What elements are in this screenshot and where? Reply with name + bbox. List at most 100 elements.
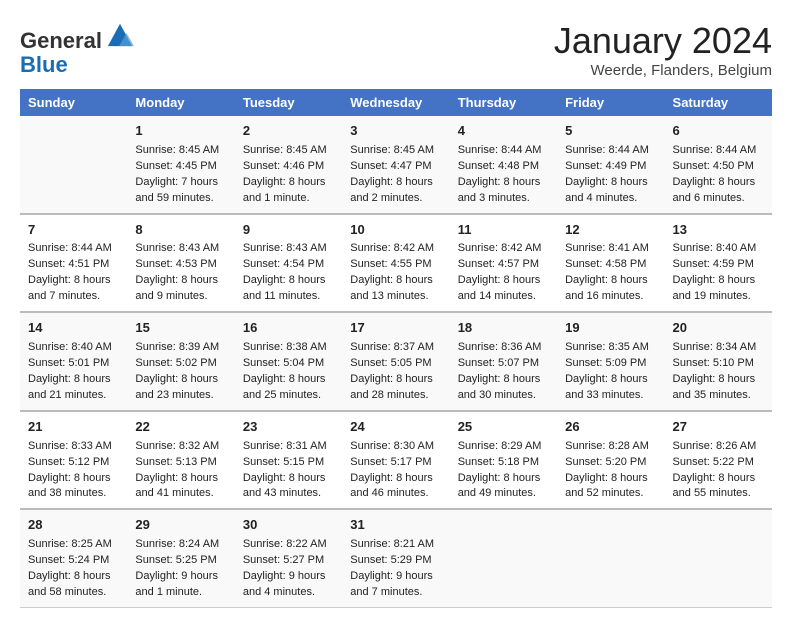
day-info-line: Sunrise: 8:30 AM [350, 439, 441, 455]
day-info-line: Daylight: 8 hours [28, 372, 119, 388]
day-info-line: Daylight: 8 hours [458, 175, 549, 191]
day-info-line: Sunrise: 8:44 AM [673, 143, 764, 159]
day-number: 14 [28, 319, 119, 338]
day-info-line: Daylight: 8 hours [350, 471, 441, 487]
day-info-line: Sunrise: 8:24 AM [135, 537, 226, 553]
calendar-cell: 23Sunrise: 8:31 AMSunset: 5:15 PMDayligh… [235, 411, 342, 510]
day-info-line: Daylight: 8 hours [673, 175, 764, 191]
day-info-line: Sunrise: 8:38 AM [243, 340, 334, 356]
day-number: 6 [673, 122, 764, 141]
day-number: 4 [458, 122, 549, 141]
day-number: 9 [243, 221, 334, 240]
header-tuesday: Tuesday [235, 89, 342, 116]
calendar-cell: 9Sunrise: 8:43 AMSunset: 4:54 PMDaylight… [235, 214, 342, 313]
day-info-line: Sunrise: 8:26 AM [673, 439, 764, 455]
logo-general-text: General [20, 28, 102, 53]
day-number: 1 [135, 122, 226, 141]
day-info-line: Sunset: 5:04 PM [243, 356, 334, 372]
title-area: January 2024 Weerde, Flanders, Belgium [554, 20, 772, 79]
day-info-line: Daylight: 8 hours [458, 372, 549, 388]
day-number: 22 [135, 418, 226, 437]
day-info-line: Sunrise: 8:28 AM [565, 439, 656, 455]
day-info-line: Sunset: 4:45 PM [135, 159, 226, 175]
day-info-line: Sunset: 4:50 PM [673, 159, 764, 175]
day-info-line: Daylight: 8 hours [135, 273, 226, 289]
day-info-line: Sunrise: 8:31 AM [243, 439, 334, 455]
day-info-line: and 4 minutes. [565, 191, 656, 207]
day-info-line: Daylight: 8 hours [243, 175, 334, 191]
day-info-line: Sunrise: 8:45 AM [135, 143, 226, 159]
day-info-line: Daylight: 8 hours [673, 471, 764, 487]
day-info-line: Sunrise: 8:41 AM [565, 241, 656, 257]
calendar-cell: 3Sunrise: 8:45 AMSunset: 4:47 PMDaylight… [342, 116, 449, 214]
header-wednesday: Wednesday [342, 89, 449, 116]
calendar-cell: 16Sunrise: 8:38 AMSunset: 5:04 PMDayligh… [235, 312, 342, 411]
day-info-line: Sunset: 4:57 PM [458, 257, 549, 273]
calendar-cell: 2Sunrise: 8:45 AMSunset: 4:46 PMDaylight… [235, 116, 342, 214]
day-info-line: Sunset: 5:22 PM [673, 455, 764, 471]
day-info-line: Sunrise: 8:36 AM [458, 340, 549, 356]
calendar-cell: 20Sunrise: 8:34 AMSunset: 5:10 PMDayligh… [665, 312, 772, 411]
day-info-line: Sunrise: 8:37 AM [350, 340, 441, 356]
day-info-line: and 13 minutes. [350, 289, 441, 305]
day-info-line: Daylight: 8 hours [28, 273, 119, 289]
day-info-line: and 28 minutes. [350, 388, 441, 404]
calendar-cell: 22Sunrise: 8:32 AMSunset: 5:13 PMDayligh… [127, 411, 234, 510]
calendar-cell [450, 509, 557, 607]
day-number: 5 [565, 122, 656, 141]
calendar-cell: 8Sunrise: 8:43 AMSunset: 4:53 PMDaylight… [127, 214, 234, 313]
day-number: 29 [135, 516, 226, 535]
calendar-cell: 12Sunrise: 8:41 AMSunset: 4:58 PMDayligh… [557, 214, 664, 313]
calendar-cell: 5Sunrise: 8:44 AMSunset: 4:49 PMDaylight… [557, 116, 664, 214]
header-sunday: Sunday [20, 89, 127, 116]
logo-icon [106, 20, 134, 48]
calendar-cell: 4Sunrise: 8:44 AMSunset: 4:48 PMDaylight… [450, 116, 557, 214]
header-monday: Monday [127, 89, 234, 116]
month-title: January 2024 [554, 20, 772, 62]
day-info-line: Sunset: 5:15 PM [243, 455, 334, 471]
day-info-line: and 4 minutes. [243, 585, 334, 601]
page-header: General Blue January 2024 Weerde, Flande… [20, 20, 772, 79]
day-info-line: Daylight: 8 hours [565, 273, 656, 289]
header-saturday: Saturday [665, 89, 772, 116]
day-info-line: Sunrise: 8:32 AM [135, 439, 226, 455]
day-number: 3 [350, 122, 441, 141]
day-info-line: and 14 minutes. [458, 289, 549, 305]
day-info-line: Sunrise: 8:44 AM [458, 143, 549, 159]
calendar-cell: 21Sunrise: 8:33 AMSunset: 5:12 PMDayligh… [20, 411, 127, 510]
day-info-line: Sunset: 5:13 PM [135, 455, 226, 471]
calendar-cell: 26Sunrise: 8:28 AMSunset: 5:20 PMDayligh… [557, 411, 664, 510]
day-number: 25 [458, 418, 549, 437]
day-info-line: Sunset: 4:46 PM [243, 159, 334, 175]
day-info-line: and 1 minute. [135, 585, 226, 601]
day-info-line: and 55 minutes. [673, 486, 764, 502]
day-number: 28 [28, 516, 119, 535]
day-info-line: and 9 minutes. [135, 289, 226, 305]
day-number: 19 [565, 319, 656, 338]
day-info-line: Sunrise: 8:45 AM [243, 143, 334, 159]
day-number: 7 [28, 221, 119, 240]
day-info-line: and 52 minutes. [565, 486, 656, 502]
day-info-line: Sunset: 5:05 PM [350, 356, 441, 372]
day-info-line: Sunset: 5:24 PM [28, 553, 119, 569]
day-info-line: Daylight: 8 hours [458, 471, 549, 487]
calendar-cell: 18Sunrise: 8:36 AMSunset: 5:07 PMDayligh… [450, 312, 557, 411]
logo-blue-text: Blue [20, 52, 68, 77]
day-info-line: Daylight: 7 hours [135, 175, 226, 191]
day-info-line: and 25 minutes. [243, 388, 334, 404]
day-info-line: and 2 minutes. [350, 191, 441, 207]
day-info-line: Sunset: 4:53 PM [135, 257, 226, 273]
day-info-line: and 33 minutes. [565, 388, 656, 404]
day-info-line: and 1 minute. [243, 191, 334, 207]
calendar-cell: 10Sunrise: 8:42 AMSunset: 4:55 PMDayligh… [342, 214, 449, 313]
calendar-week-row: 28Sunrise: 8:25 AMSunset: 5:24 PMDayligh… [20, 509, 772, 607]
calendar-cell: 14Sunrise: 8:40 AMSunset: 5:01 PMDayligh… [20, 312, 127, 411]
day-info-line: Sunrise: 8:45 AM [350, 143, 441, 159]
calendar-week-row: 21Sunrise: 8:33 AMSunset: 5:12 PMDayligh… [20, 411, 772, 510]
day-info-line: Daylight: 8 hours [135, 372, 226, 388]
day-number: 18 [458, 319, 549, 338]
day-number: 11 [458, 221, 549, 240]
calendar-cell: 1 Sunrise: 8:45 AMSunset: 4:45 PMDaylight… [127, 116, 234, 214]
day-info-line: Daylight: 9 hours [135, 569, 226, 585]
calendar-cell: 25Sunrise: 8:29 AMSunset: 5:18 PMDayligh… [450, 411, 557, 510]
